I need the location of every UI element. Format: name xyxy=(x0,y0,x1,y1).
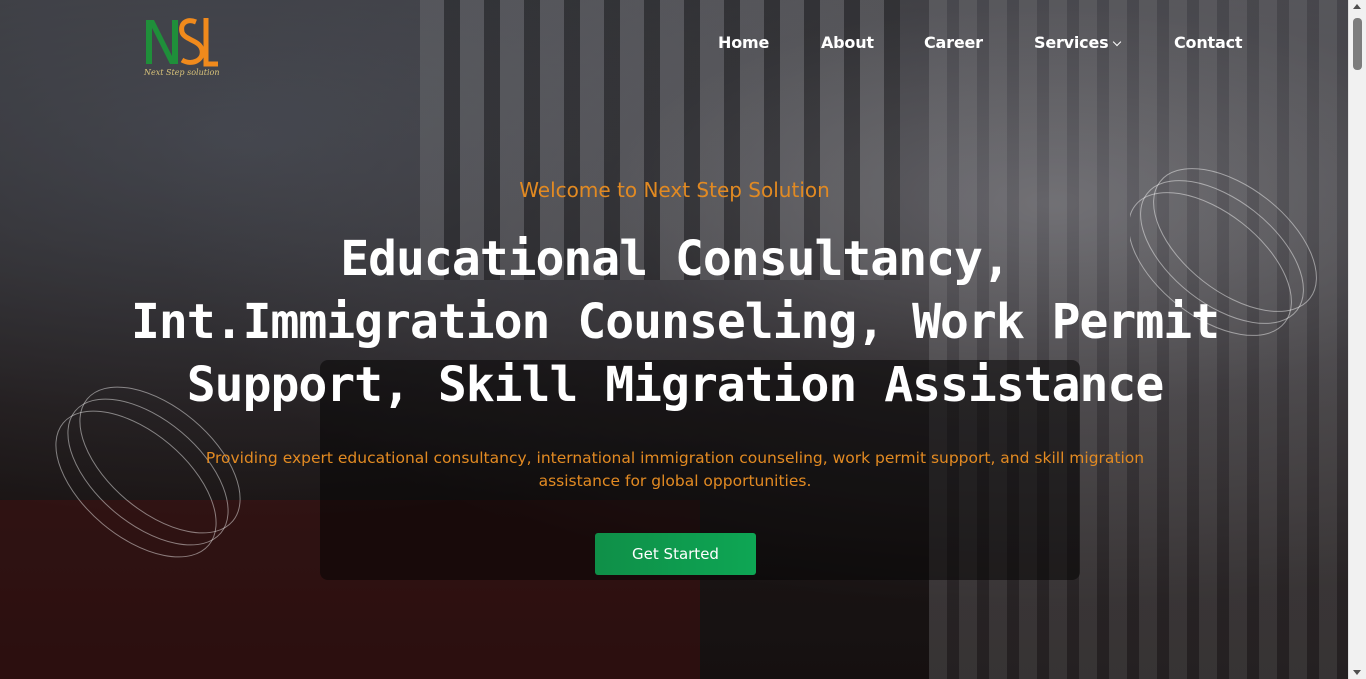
hero-subtext: Providing expert educational consultancy… xyxy=(205,449,1145,490)
page-scrollbar[interactable] xyxy=(1348,0,1366,679)
nav-services[interactable]: Services xyxy=(1034,33,1122,52)
nav-home[interactable]: Home xyxy=(718,33,769,52)
scroll-up-arrow-icon[interactable] xyxy=(1353,4,1361,9)
get-started-button[interactable]: Get Started xyxy=(595,533,756,575)
hero-headline: Educational Consultancy, Int.Immigration… xyxy=(130,231,1220,413)
nav-about[interactable]: About xyxy=(821,33,874,52)
main-navigation: Home About Career Services Contact xyxy=(0,33,1349,53)
nav-contact[interactable]: Contact xyxy=(1174,33,1243,52)
chevron-down-icon xyxy=(1113,37,1122,47)
nav-services-label: Services xyxy=(1034,33,1109,52)
scrollbar-thumb[interactable] xyxy=(1353,18,1362,70)
landing-page: Next Step solution Home About Career Ser… xyxy=(0,0,1366,679)
hero-eyebrow: Welcome to Next Step Solution xyxy=(519,178,830,202)
scroll-down-arrow-icon[interactable] xyxy=(1353,670,1361,675)
logo-tagline: Next Step solution xyxy=(144,68,220,77)
nav-career[interactable]: Career xyxy=(924,33,983,52)
